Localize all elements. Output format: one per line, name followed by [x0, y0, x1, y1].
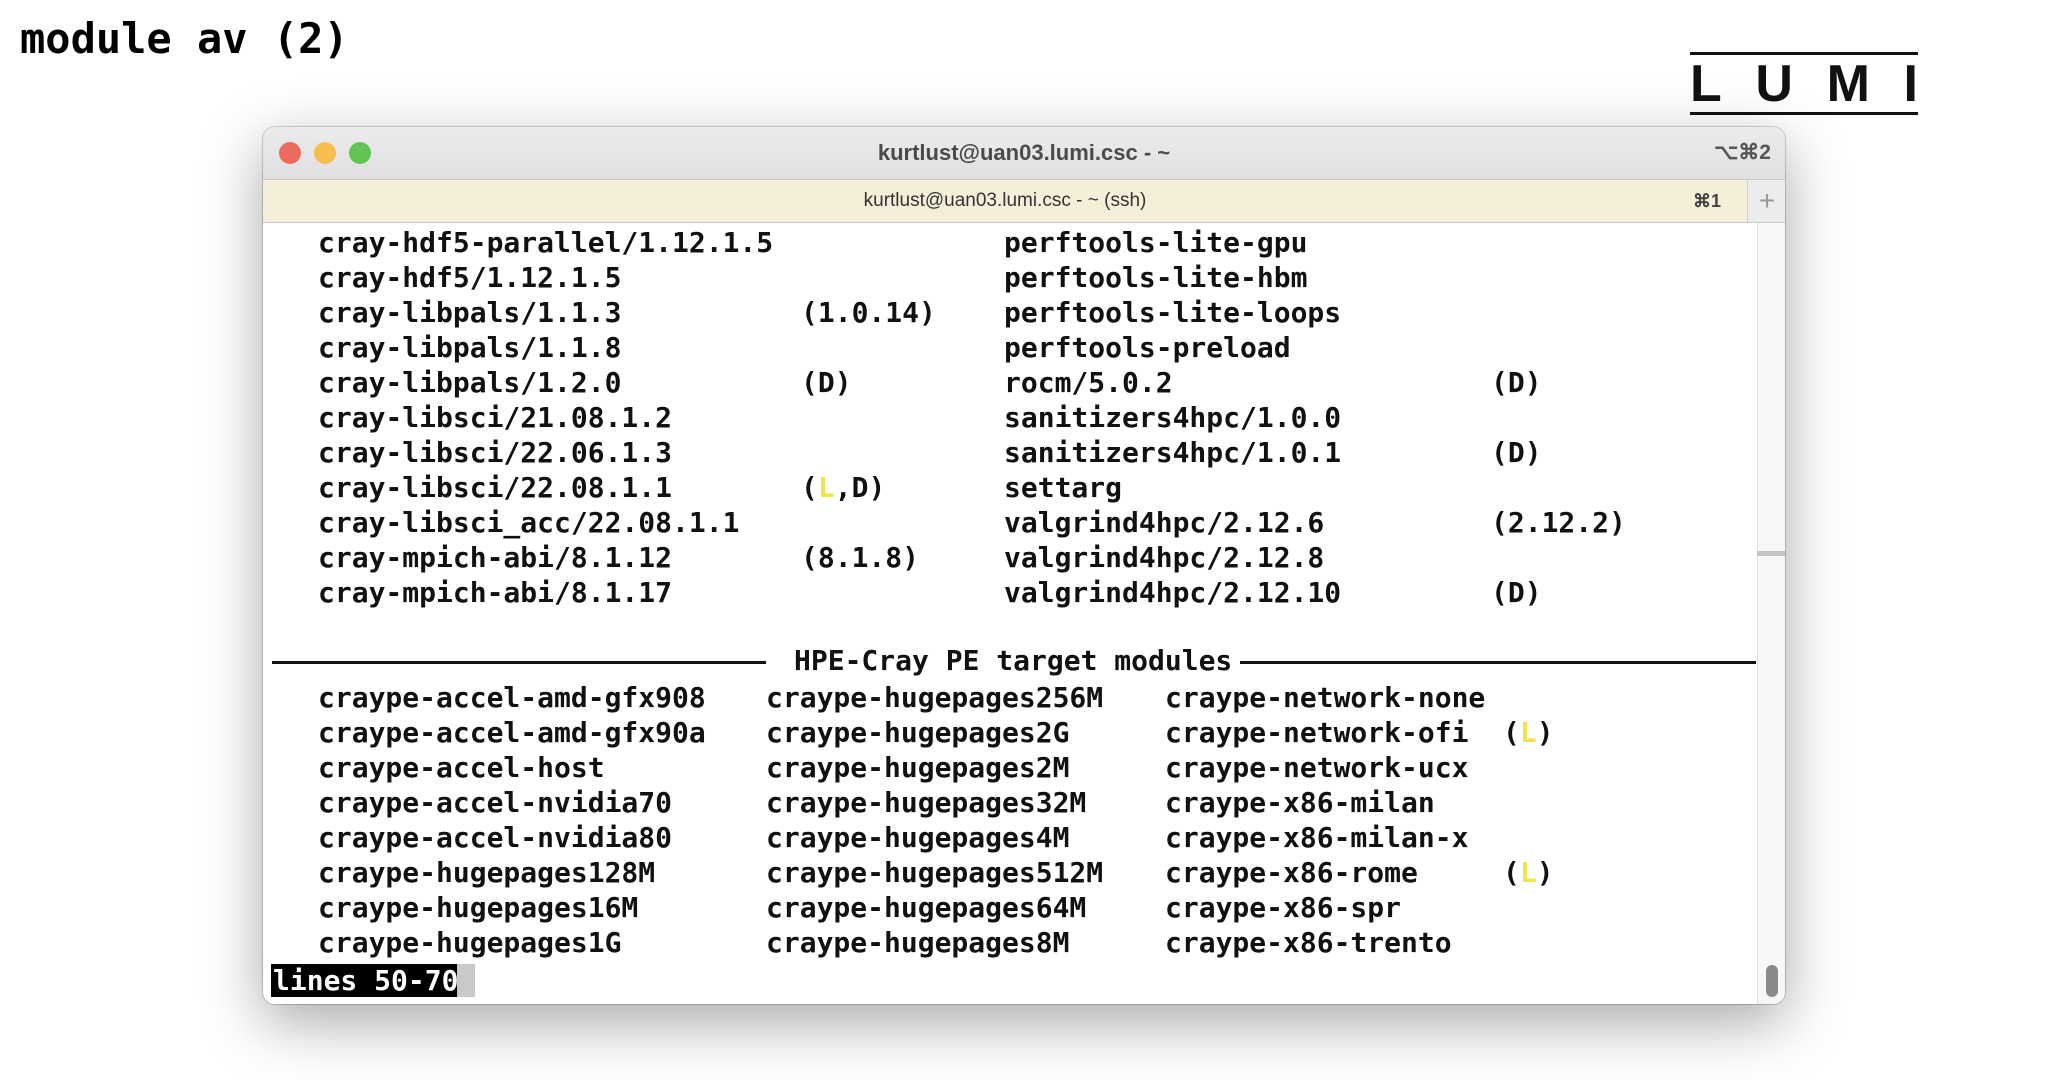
- tab-bar: kurtlust@uan03.lumi.csc - ~ (ssh) ⌘1 +: [263, 180, 1785, 223]
- slide-title: module av (2): [20, 14, 349, 63]
- module-name: perftools-lite-gpu: [1004, 226, 1308, 259]
- loaded-marker: L: [1519, 716, 1537, 749]
- module-name: craype-hugepages64M: [766, 891, 1087, 924]
- module-name: cray-libsci/21.08.1.2: [318, 401, 673, 434]
- module-name: craype-hugepages512M: [766, 856, 1104, 889]
- module-name: craype-hugepages2G: [766, 716, 1070, 749]
- new-tab-button[interactable]: +: [1747, 180, 1785, 222]
- pager-status: lines 50-70: [271, 964, 465, 997]
- module-name: craype-x86-rome: [1165, 856, 1418, 889]
- module-name: cray-mpich-abi/8.1.17: [318, 576, 673, 609]
- module-name: craype-hugepages1G: [318, 926, 622, 959]
- window-shortcut: ⌥⌘2: [1714, 141, 1771, 164]
- logo-letters: L U M I: [1690, 56, 1918, 112]
- module-name: sanitizers4hpc/1.0.0: [1004, 401, 1342, 434]
- dash-separator: [272, 661, 766, 664]
- module-name: cray-libsci_acc/22.08.1.1: [318, 506, 740, 539]
- module-name: craype-network-ucx: [1165, 751, 1469, 784]
- module-name: cray-libpals/1.2.0: [318, 366, 622, 399]
- module-tag: (L): [1503, 716, 1554, 749]
- module-name: cray-libpals/1.1.8: [318, 331, 622, 364]
- module-name: craype-hugepages128M: [318, 856, 656, 889]
- module-name: cray-libsci/22.08.1.1: [318, 471, 673, 504]
- module-name: cray-libsci/22.06.1.3: [318, 436, 673, 469]
- plus-icon: +: [1758, 185, 1776, 216]
- module-name: rocm/5.0.2: [1004, 366, 1173, 399]
- module-name: craype-network-ofi: [1165, 716, 1469, 749]
- module-tag: (2.12.2): [1491, 506, 1626, 539]
- module-tag: (D): [1491, 366, 1542, 399]
- logo-letter: U: [1755, 55, 1793, 113]
- window-titlebar[interactable]: kurtlust@uan03.lumi.csc - ~ ⌥⌘2: [263, 127, 1785, 180]
- module-name: settarg: [1004, 471, 1123, 504]
- lumi-logo: L U M I: [1690, 52, 1918, 118]
- module-name: perftools-preload: [1004, 331, 1291, 364]
- module-tag: (D): [1491, 436, 1542, 469]
- logo-top-bar: [1690, 52, 1918, 55]
- loaded-marker: L: [1519, 856, 1537, 889]
- section-title: HPE-Cray PE target modules: [794, 644, 1233, 677]
- module-name: craype-hugepages32M: [766, 786, 1087, 819]
- module-tag: (D): [801, 366, 852, 399]
- window-title: kurtlust@uan03.lumi.csc - ~: [877, 140, 1171, 165]
- scrollbar-marker: [1757, 551, 1785, 556]
- module-name: valgrind4hpc/2.12.8: [1004, 541, 1325, 574]
- module-tag: (1.0.14): [801, 296, 936, 329]
- terminal-cursor: [457, 964, 475, 997]
- module-tag: (8.1.8): [801, 541, 920, 574]
- module-name: cray-mpich-abi/8.1.12: [318, 541, 673, 574]
- terminal-output[interactable]: cray-hdf5-parallel/1.12.1.5 perftools-lit…: [263, 223, 1785, 1004]
- module-name: craype-accel-nvidia70: [318, 786, 673, 819]
- module-name: craype-accel-amd-gfx908: [318, 681, 706, 714]
- module-name: craype-x86-spr: [1165, 891, 1402, 924]
- module-name: craype-accel-nvidia80: [318, 821, 673, 854]
- tab-ssh-session[interactable]: kurtlust@uan03.lumi.csc - ~ (ssh): [263, 180, 1747, 222]
- module-name: craype-hugepages8M: [766, 926, 1070, 959]
- loaded-marker: L: [817, 471, 835, 504]
- module-name: craype-x86-trento: [1165, 926, 1452, 959]
- dash-separator: [1240, 661, 1756, 664]
- scrollbar-track[interactable]: [1757, 223, 1785, 1004]
- tab-shortcut: ⌘1: [1693, 191, 1722, 211]
- module-name: craype-hugepages2M: [766, 751, 1070, 784]
- logo-letter: M: [1826, 55, 1870, 113]
- module-name: valgrind4hpc/2.12.6: [1004, 506, 1325, 539]
- module-name: valgrind4hpc/2.12.10: [1004, 576, 1342, 609]
- module-name: cray-hdf5-parallel/1.12.1.5: [318, 226, 774, 259]
- module-tag: (L,D): [801, 471, 886, 504]
- module-name: cray-hdf5/1.12.1.5: [318, 261, 622, 294]
- module-name: craype-hugepages256M: [766, 681, 1104, 714]
- module-name: perftools-lite-loops: [1004, 296, 1342, 329]
- module-name: sanitizers4hpc/1.0.1: [1004, 436, 1342, 469]
- module-name: craype-x86-milan-x: [1165, 821, 1469, 854]
- logo-letter: I: [1903, 55, 1918, 113]
- module-tag: (D): [1491, 576, 1542, 609]
- module-name: craype-accel-amd-gfx90a: [318, 716, 706, 749]
- module-name: craype-network-none: [1165, 681, 1486, 714]
- module-name: cray-libpals/1.1.3: [318, 296, 622, 329]
- module-name: craype-hugepages4M: [766, 821, 1070, 854]
- logo-letter: L: [1690, 55, 1722, 113]
- module-name: craype-hugepages16M: [318, 891, 639, 924]
- terminal-window: kurtlust@uan03.lumi.csc - ~ ⌥⌘2 kurtlust…: [263, 127, 1785, 1004]
- module-tag: (L): [1503, 856, 1554, 889]
- section-header: HPE-Cray PE target modules: [272, 643, 1756, 678]
- module-name: craype-x86-milan: [1165, 786, 1435, 819]
- logo-bottom-bar: [1690, 112, 1918, 115]
- module-name: craype-accel-host: [318, 751, 605, 784]
- module-name: perftools-lite-hbm: [1004, 261, 1308, 294]
- scrollbar-thumb[interactable]: [1766, 965, 1778, 997]
